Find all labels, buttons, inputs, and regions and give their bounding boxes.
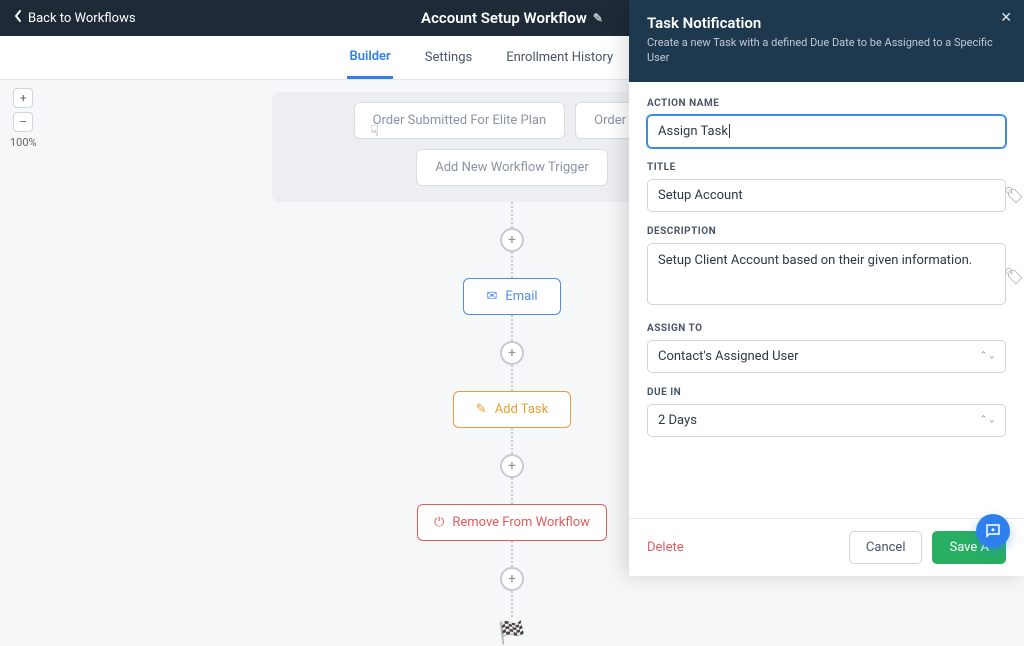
step-remove-label: Remove From Workflow bbox=[452, 515, 590, 530]
step-add-task-label: Add Task bbox=[495, 402, 549, 417]
chevron-left-icon bbox=[14, 10, 22, 26]
action-name-value: Assign Task bbox=[658, 124, 728, 139]
finish-flag-icon: 🏁 bbox=[498, 621, 525, 646]
side-panel-task-notification: Task Notification Create a new Task with… bbox=[629, 0, 1024, 576]
connector bbox=[511, 591, 513, 617]
text-caret bbox=[729, 124, 730, 138]
email-icon: ✉ bbox=[486, 289, 497, 304]
panel-title: Task Notification bbox=[647, 14, 1006, 32]
label-due-in: DUE IN bbox=[647, 387, 1006, 398]
connector bbox=[511, 365, 513, 391]
step-remove-from-workflow[interactable]: ⏻ Remove From Workflow bbox=[417, 504, 607, 541]
connector bbox=[511, 315, 513, 341]
workflow-title: Account Setup Workflow ✎ bbox=[421, 9, 603, 27]
panel-footer: Delete Cancel Save A bbox=[629, 518, 1024, 576]
trigger-elite-plan[interactable]: Order Submitted For Elite Plan bbox=[354, 102, 566, 139]
due-in-select[interactable] bbox=[647, 404, 1006, 437]
panel-header: Task Notification Create a new Task with… bbox=[629, 0, 1024, 82]
back-label: Back to Workflows bbox=[28, 11, 136, 26]
add-step-node-3[interactable]: + bbox=[500, 454, 524, 478]
title-input[interactable] bbox=[647, 179, 1006, 212]
tag-icon[interactable]: 🏷 bbox=[1004, 186, 1024, 205]
step-add-task[interactable]: ✎ Add Task bbox=[453, 391, 571, 428]
tab-enrollment-history[interactable]: Enrollment History bbox=[504, 38, 615, 77]
description-input[interactable] bbox=[647, 243, 1006, 305]
connector bbox=[511, 252, 513, 278]
panel-body: ACTION NAME Assign Task TITLE 🏷 DESCRIPT… bbox=[629, 82, 1024, 518]
connector bbox=[511, 478, 513, 504]
step-email[interactable]: ✉ Email bbox=[463, 278, 560, 315]
assign-to-select[interactable] bbox=[647, 340, 1006, 373]
add-step-node-1[interactable]: + bbox=[500, 228, 524, 252]
label-description: DESCRIPTION bbox=[647, 226, 1006, 237]
task-icon: ✎ bbox=[476, 402, 487, 417]
action-name-input[interactable]: Assign Task bbox=[647, 115, 1006, 148]
remove-icon: ⏻ bbox=[434, 515, 444, 530]
tag-icon[interactable]: 🏷 bbox=[1004, 266, 1024, 285]
delete-button[interactable]: Delete bbox=[647, 540, 839, 555]
back-to-workflows-link[interactable]: Back to Workflows bbox=[14, 10, 136, 26]
edit-icon[interactable]: ✎ bbox=[593, 11, 603, 25]
label-action-name: ACTION NAME bbox=[647, 98, 1006, 109]
tab-builder[interactable]: Builder bbox=[347, 37, 392, 79]
connector bbox=[511, 541, 513, 567]
cancel-button[interactable]: Cancel bbox=[849, 531, 923, 564]
tab-settings[interactable]: Settings bbox=[423, 38, 474, 77]
workflow-title-text: Account Setup Workflow bbox=[421, 9, 587, 27]
connector bbox=[511, 428, 513, 454]
step-email-label: Email bbox=[505, 289, 537, 304]
connector bbox=[511, 202, 513, 228]
label-title: TITLE bbox=[647, 162, 1006, 173]
close-icon[interactable]: ✕ bbox=[1000, 10, 1012, 26]
label-assign-to: ASSIGN TO bbox=[647, 323, 1006, 334]
panel-subtitle: Create a new Task with a defined Due Dat… bbox=[647, 36, 1006, 66]
chat-support-icon[interactable] bbox=[976, 514, 1010, 548]
add-step-node-2[interactable]: + bbox=[500, 341, 524, 365]
add-step-node-4[interactable]: + bbox=[500, 567, 524, 591]
add-trigger-button[interactable]: Add New Workflow Trigger bbox=[416, 149, 608, 186]
